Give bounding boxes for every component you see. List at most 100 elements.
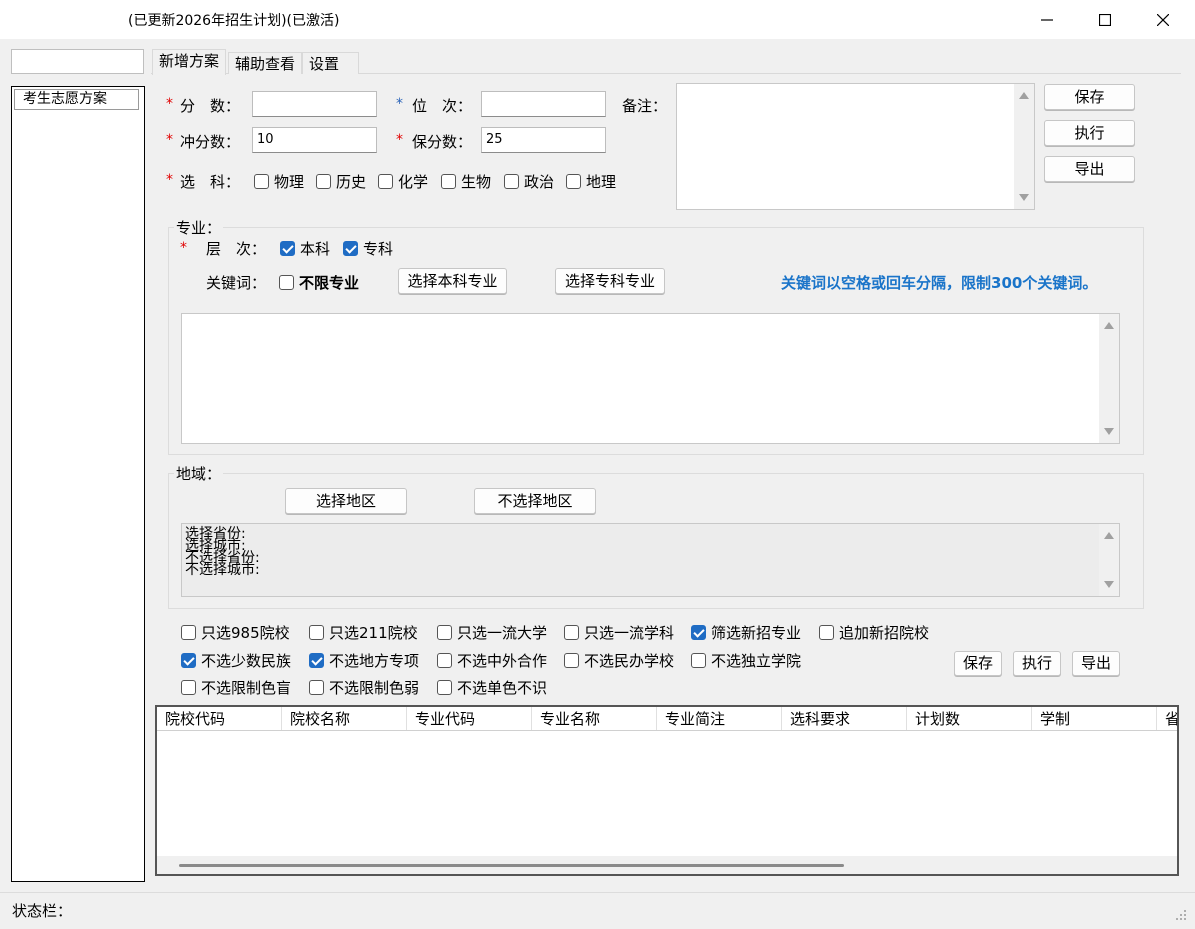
filter-no-independent-checkbox[interactable]: 不选独立学院 bbox=[691, 650, 801, 671]
subject-biology-checkbox[interactable]: 生物 bbox=[441, 171, 491, 192]
column-header[interactable]: 专业名称 bbox=[532, 707, 657, 730]
export-button-bottom[interactable]: 导出 bbox=[1072, 651, 1120, 676]
level-label: 层 次： bbox=[206, 240, 267, 258]
subject-geography-checkbox[interactable]: 地理 bbox=[566, 171, 616, 192]
filter-211-checkbox[interactable]: 只选211院校 bbox=[309, 622, 418, 643]
checkbox-icon bbox=[316, 174, 331, 189]
checkbox-icon bbox=[437, 625, 452, 640]
checkbox-icon bbox=[504, 174, 519, 189]
scroll-down-icon bbox=[1104, 581, 1114, 588]
execute-button-bottom[interactable]: 执行 bbox=[1013, 651, 1061, 676]
required-marker: * bbox=[396, 132, 403, 148]
checkbox-icon bbox=[819, 625, 834, 640]
close-icon bbox=[1157, 14, 1169, 26]
filter-no-monochrome-checkbox[interactable]: 不选单色不识 bbox=[437, 677, 547, 698]
level-bachelor-checkbox[interactable]: 本科 bbox=[280, 238, 330, 259]
tab-new-plan[interactable]: 新增方案 bbox=[152, 49, 227, 75]
window-title: (已更新2026年招生计划)(已激活) bbox=[128, 13, 340, 29]
minimize-icon bbox=[1041, 19, 1053, 21]
save-button-bottom[interactable]: 保存 bbox=[954, 651, 1002, 676]
column-header[interactable]: 学制 bbox=[1032, 707, 1157, 730]
remark-scrollbar[interactable] bbox=[1014, 84, 1034, 209]
region-summary: 选择省份: 选择城市: 不选择省份: 不选择城市: bbox=[181, 523, 1120, 597]
select-region-button[interactable]: 选择地区 bbox=[285, 488, 407, 514]
checkbox-icon bbox=[181, 625, 196, 640]
checkbox-icon bbox=[181, 680, 196, 695]
scroll-down-icon bbox=[1019, 194, 1029, 201]
checkbox-icon bbox=[437, 680, 452, 695]
region-scrollbar[interactable] bbox=[1099, 524, 1119, 596]
plan-search-input[interactable] bbox=[11, 49, 144, 74]
safe-score-label: 保分数： bbox=[412, 133, 473, 151]
keyword-scrollbar[interactable] bbox=[1099, 314, 1119, 443]
plan-tree[interactable]: 考生志愿方案 bbox=[11, 86, 145, 882]
checkbox-checked-icon bbox=[181, 653, 196, 668]
maximize-icon bbox=[1099, 14, 1111, 26]
tree-item-plan[interactable]: 考生志愿方案 bbox=[14, 89, 139, 110]
remark-textarea[interactable] bbox=[676, 83, 1035, 210]
filter-no-minority-checkbox[interactable]: 不选少数民族 bbox=[181, 650, 291, 671]
keyword-label: 关键词： bbox=[206, 274, 267, 292]
select-bachelor-major-button[interactable]: 选择本科专业 bbox=[398, 268, 507, 294]
resize-grip-icon[interactable] bbox=[1175, 909, 1187, 921]
status-label: 状态栏： bbox=[12, 902, 73, 920]
column-header[interactable]: 院校代码 bbox=[157, 707, 282, 730]
tab-assist-view[interactable]: 辅助查看 bbox=[228, 52, 303, 74]
region-group-title: 地域： bbox=[174, 463, 224, 484]
subject-physics-checkbox[interactable]: 物理 bbox=[254, 171, 304, 192]
checkbox-icon bbox=[441, 174, 456, 189]
subject-history-checkbox[interactable]: 历史 bbox=[316, 171, 366, 192]
results-table[interactable]: 院校代码 院校名称 专业代码 专业名称 专业简注 选科要求 计划数 学制 省 bbox=[155, 705, 1179, 876]
scroll-down-icon bbox=[1104, 428, 1114, 435]
filter-new-major-checkbox[interactable]: 筛选新招专业 bbox=[691, 622, 801, 643]
maximize-button[interactable] bbox=[1076, 0, 1134, 40]
required-marker: * bbox=[166, 172, 173, 188]
filter-no-private-checkbox[interactable]: 不选民办学校 bbox=[564, 650, 674, 671]
subject-politics-checkbox[interactable]: 政治 bbox=[504, 171, 554, 192]
checkbox-checked-icon bbox=[309, 653, 324, 668]
checkbox-icon bbox=[378, 174, 393, 189]
scroll-up-icon bbox=[1019, 92, 1029, 99]
column-header[interactable]: 专业简注 bbox=[657, 707, 782, 730]
required-marker: * bbox=[180, 240, 187, 256]
exclude-region-button[interactable]: 不选择地区 bbox=[474, 488, 596, 514]
region-lines: 选择省份: 选择城市: 不选择省份: 不选择城市: bbox=[185, 526, 260, 578]
filter-first-class-discipline-checkbox[interactable]: 只选一流学科 bbox=[564, 622, 674, 643]
subject-chemistry-checkbox[interactable]: 化学 bbox=[378, 171, 428, 192]
filter-no-joint-program-checkbox[interactable]: 不选中外合作 bbox=[437, 650, 547, 671]
filter-first-class-univ-checkbox[interactable]: 只选一流大学 bbox=[437, 622, 547, 643]
score-input[interactable] bbox=[252, 91, 377, 117]
column-header[interactable]: 专业代码 bbox=[407, 707, 532, 730]
column-header[interactable]: 计划数 bbox=[907, 707, 1032, 730]
minimize-button[interactable] bbox=[1018, 0, 1076, 40]
required-marker: * bbox=[166, 132, 173, 148]
column-header[interactable]: 院校名称 bbox=[282, 707, 407, 730]
keyword-textarea[interactable] bbox=[181, 313, 1120, 444]
filter-no-colorblind-checkbox[interactable]: 不选限制色盲 bbox=[181, 677, 291, 698]
checkbox-icon bbox=[309, 625, 324, 640]
rank-input[interactable] bbox=[481, 91, 606, 117]
required-marker: * bbox=[396, 96, 403, 112]
unlimited-major-checkbox[interactable]: 不限专业 bbox=[279, 272, 359, 293]
select-college-major-button[interactable]: 选择专科专业 bbox=[555, 268, 665, 294]
checkbox-icon bbox=[691, 653, 706, 668]
rush-score-input[interactable]: 10 bbox=[252, 127, 377, 153]
checkbox-checked-icon bbox=[280, 241, 295, 256]
export-button[interactable]: 导出 bbox=[1044, 156, 1135, 182]
subjects-label: 选 科： bbox=[180, 173, 241, 191]
save-button[interactable]: 保存 bbox=[1044, 84, 1135, 110]
scroll-thumb bbox=[179, 864, 844, 867]
level-college-checkbox[interactable]: 专科 bbox=[343, 238, 393, 259]
safe-score-input[interactable]: 25 bbox=[481, 127, 606, 153]
filter-985-checkbox[interactable]: 只选985院校 bbox=[181, 622, 290, 643]
column-header[interactable]: 选科要求 bbox=[782, 707, 907, 730]
filter-no-color-weak-checkbox[interactable]: 不选限制色弱 bbox=[309, 677, 419, 698]
column-header[interactable]: 省 bbox=[1157, 707, 1177, 730]
tab-settings[interactable]: 设置 bbox=[302, 52, 359, 74]
execute-button[interactable]: 执行 bbox=[1044, 120, 1135, 146]
close-button[interactable] bbox=[1134, 0, 1192, 40]
checkbox-checked-icon bbox=[691, 625, 706, 640]
filter-add-new-school-checkbox[interactable]: 追加新招院校 bbox=[819, 622, 929, 643]
filter-no-local-special-checkbox[interactable]: 不选地方专项 bbox=[309, 650, 419, 671]
table-hscrollbar[interactable] bbox=[157, 856, 1177, 874]
